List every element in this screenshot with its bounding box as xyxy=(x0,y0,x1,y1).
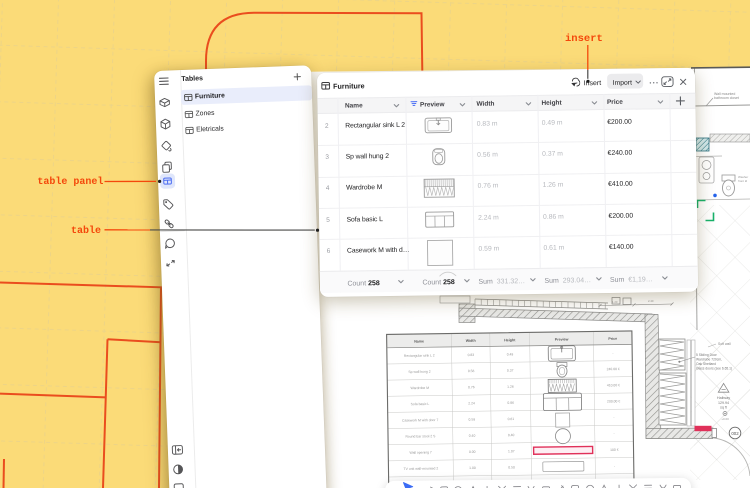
svg-text:0.76: 0.76 xyxy=(468,385,475,389)
svg-text:0.61: 0.61 xyxy=(508,417,515,421)
svg-text:0.50: 0.50 xyxy=(508,465,515,469)
svg-text:1.07: 1.07 xyxy=(508,449,515,453)
svg-text:0.49: 0.49 xyxy=(507,352,514,356)
svg-text:bathroom closet: bathroom closet xyxy=(714,96,739,100)
svg-text:Hallway: Hallway xyxy=(717,396,730,400)
svg-text:100 €: 100 € xyxy=(610,448,619,452)
svg-text:Height: Height xyxy=(504,338,516,342)
svg-text:front ld: front ld xyxy=(738,179,748,183)
svg-text:200.00 €: 200.00 € xyxy=(607,399,620,403)
svg-text:Casework M with door 7: Casework M with door 7 xyxy=(402,418,439,423)
svg-text:Round bar stool 2 S: Round bar stool 2 S xyxy=(405,434,436,438)
svg-text:410.00 €: 410.00 € xyxy=(607,383,620,387)
svg-text:0.37: 0.37 xyxy=(507,369,514,373)
svg-text:Sofa basic L: Sofa basic L xyxy=(411,402,430,406)
svg-text:2.24: 2.24 xyxy=(468,401,475,405)
svg-text:TV unit wall-mounted 2: TV unit wall-mounted 2 xyxy=(404,466,439,470)
svg-text:+0.00: +0.00 xyxy=(721,417,729,421)
svg-text:Name: Name xyxy=(414,339,424,343)
svg-text:0.59: 0.59 xyxy=(468,418,475,422)
svg-text:-: - xyxy=(612,351,613,355)
svg-text:240.00 €: 240.00 € xyxy=(607,367,620,371)
svg-text:Price: Price xyxy=(608,337,617,341)
svg-text:0.40: 0.40 xyxy=(469,434,476,438)
svg-text:Preview: Preview xyxy=(555,337,569,341)
svg-text:Wall opening 7: Wall opening 7 xyxy=(409,450,431,454)
svg-text:0.83: 0.83 xyxy=(468,353,475,357)
svg-text:-: - xyxy=(613,416,614,420)
svg-text:2.40: 2.40 xyxy=(648,299,654,303)
svg-text:Soft wall: Soft wall xyxy=(718,342,731,346)
svg-text:1.00: 1.00 xyxy=(469,466,476,470)
svg-text:0.86: 0.86 xyxy=(507,401,514,405)
svg-text:0.40: 0.40 xyxy=(508,433,515,437)
svg-text:0.56: 0.56 xyxy=(468,369,475,373)
svg-text:0.00: 0.00 xyxy=(469,450,476,454)
svg-text:-: - xyxy=(614,464,615,468)
svg-text:Wardrobe M: Wardrobe M xyxy=(410,386,429,390)
svg-text:Glass doors (see 6.65.1): Glass doors (see 6.65.1) xyxy=(696,367,732,371)
svg-text:Oak Shetland: Oak Shetland xyxy=(696,362,716,366)
svg-text:002: 002 xyxy=(731,431,739,436)
svg-text:Width: Width xyxy=(466,339,476,343)
svg-text:1.20: 1.20 xyxy=(612,300,618,304)
svg-text:Wardrobe 720cm,: Wardrobe 720cm, xyxy=(696,358,722,362)
svg-text:Rectangular sink L 2: Rectangular sink L 2 xyxy=(404,354,435,358)
svg-text:Sp wall hung 2: Sp wall hung 2 xyxy=(408,370,430,374)
svg-text:sq ft: sq ft xyxy=(720,406,727,410)
svg-text:-: - xyxy=(614,432,615,436)
svg-text:129.94: 129.94 xyxy=(718,401,729,405)
svg-text:5 Sliding Door: 5 Sliding Door xyxy=(696,353,718,357)
svg-text:1.26: 1.26 xyxy=(507,385,514,389)
